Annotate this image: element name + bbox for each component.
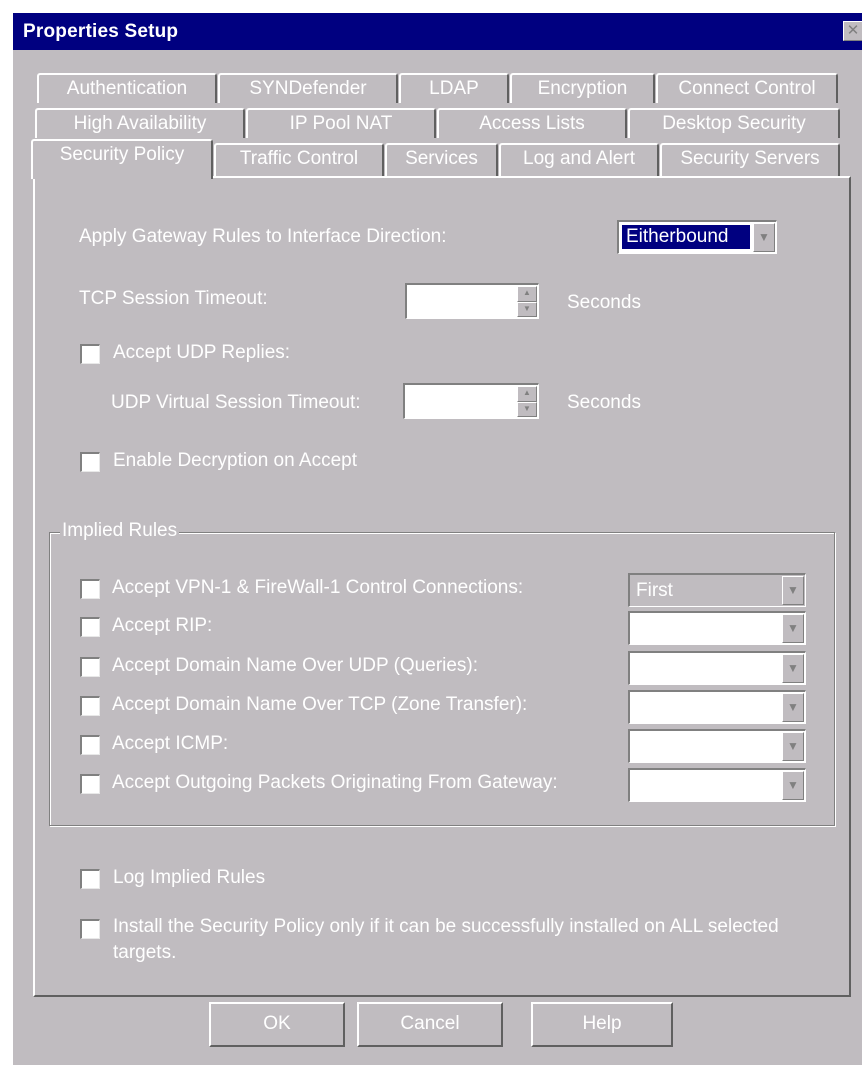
- log-implied-rules-checkbox[interactable]: [80, 869, 100, 889]
- dialog-title: Properties Setup: [23, 21, 179, 42]
- implied-rule-label: Accept VPN-1 & FireWall-1 Control Connec…: [112, 577, 524, 598]
- tab-ip-pool-nat[interactable]: IP Pool NAT: [246, 108, 436, 138]
- spin-up-icon[interactable]: ▲: [517, 386, 537, 402]
- close-icon[interactable]: ✕: [843, 21, 862, 41]
- chevron-down-icon[interactable]: ▼: [782, 693, 804, 722]
- tcp-timeout-label: TCP Session Timeout:: [79, 288, 268, 309]
- implied-rules-legend: Implied Rules: [60, 520, 180, 542]
- help-button[interactable]: Help: [531, 1002, 673, 1047]
- cancel-button[interactable]: Cancel: [357, 1002, 503, 1047]
- interface-direction-value: Eitherbound: [621, 224, 751, 250]
- title-bar: Properties Setup ✕: [13, 13, 862, 50]
- udp-timeout-label: UDP Virtual Session Timeout:: [111, 392, 361, 413]
- implied-rule-label: Accept Domain Name Over TCP (Zone Transf…: [112, 694, 528, 715]
- chevron-down-icon[interactable]: ▼: [782, 576, 804, 605]
- tab-high-availability[interactable]: High Availability: [35, 108, 245, 138]
- implied-rule-position-select[interactable]: First ▼: [628, 573, 806, 607]
- install-policy-checkbox[interactable]: [80, 919, 100, 939]
- implied-rule-checkbox[interactable]: [80, 579, 100, 599]
- tab-security-servers[interactable]: Security Servers: [660, 143, 840, 176]
- implied-rule-position-select[interactable]: ▼: [628, 729, 806, 763]
- tab-desktop-security[interactable]: Desktop Security: [628, 108, 840, 138]
- security-policy-panel: Apply Gateway Rules to Interface Directi…: [33, 176, 851, 997]
- chevron-down-icon[interactable]: ▼: [782, 771, 804, 800]
- tcp-timeout-input[interactable]: ▲ ▼: [405, 283, 539, 319]
- accept-udp-label: Accept UDP Replies:: [113, 342, 291, 363]
- log-implied-rules-label: Log Implied Rules: [113, 867, 266, 888]
- implied-rule-position-select[interactable]: ▼: [628, 611, 806, 645]
- chevron-down-icon[interactable]: ▼: [782, 614, 804, 643]
- spin-down-icon[interactable]: ▼: [517, 402, 537, 417]
- tab-services[interactable]: Services: [385, 143, 498, 176]
- tab-authentication[interactable]: Authentication: [37, 73, 217, 103]
- properties-setup-dialog: Properties Setup ✕ Authentication SYNDef…: [12, 12, 862, 1065]
- implied-rule-position-select[interactable]: ▼: [628, 690, 806, 724]
- ok-button[interactable]: OK: [209, 1002, 345, 1047]
- chevron-down-icon[interactable]: ▼: [782, 732, 804, 761]
- enable-decryption-label: Enable Decryption on Accept: [113, 450, 357, 471]
- implied-rule-position-select[interactable]: ▼: [628, 768, 806, 802]
- implied-rule-label: Accept RIP:: [112, 615, 213, 636]
- chevron-down-icon[interactable]: ▼: [753, 223, 775, 252]
- tab-traffic-control[interactable]: Traffic Control: [214, 143, 384, 176]
- implied-rule-checkbox[interactable]: [80, 774, 100, 794]
- tab-ldap[interactable]: LDAP: [399, 73, 509, 103]
- tab-security-policy[interactable]: Security Policy: [31, 139, 213, 179]
- tab-encryption[interactable]: Encryption: [510, 73, 655, 103]
- accept-udp-checkbox[interactable]: [80, 344, 100, 364]
- implied-rule-position-select[interactable]: ▼: [628, 651, 806, 685]
- implied-rule-checkbox[interactable]: [80, 657, 100, 677]
- udp-timeout-unit: Seconds: [567, 392, 641, 413]
- spin-down-icon[interactable]: ▼: [517, 302, 537, 317]
- implied-rule-label: Accept Domain Name Over UDP (Queries):: [112, 655, 479, 676]
- tab-access-lists[interactable]: Access Lists: [437, 108, 627, 138]
- tcp-timeout-unit: Seconds: [567, 292, 641, 313]
- interface-direction-select[interactable]: Eitherbound ▼: [617, 220, 777, 254]
- spin-up-icon[interactable]: ▲: [517, 286, 537, 302]
- tab-log-and-alert[interactable]: Log and Alert: [499, 143, 659, 176]
- install-policy-label: Install the Security Policy only if it c…: [113, 916, 779, 963]
- apply-rules-label: Apply Gateway Rules to Interface Directi…: [79, 226, 447, 247]
- udp-timeout-input[interactable]: ▲ ▼: [403, 383, 539, 419]
- tab-syndefender[interactable]: SYNDefender: [218, 73, 398, 103]
- implied-rule-checkbox[interactable]: [80, 617, 100, 637]
- implied-rule-label: Accept Outgoing Packets Originating From…: [112, 772, 558, 793]
- enable-decryption-checkbox[interactable]: [80, 452, 100, 472]
- implied-rule-checkbox[interactable]: [80, 735, 100, 755]
- implied-rules-group: Implied Rules Accept VPN-1 & FireWall-1 …: [49, 520, 835, 826]
- chevron-down-icon[interactable]: ▼: [782, 654, 804, 683]
- implied-rule-checkbox[interactable]: [80, 696, 100, 716]
- implied-rule-label: Accept ICMP:: [112, 733, 229, 754]
- tab-connect-control[interactable]: Connect Control: [656, 73, 838, 103]
